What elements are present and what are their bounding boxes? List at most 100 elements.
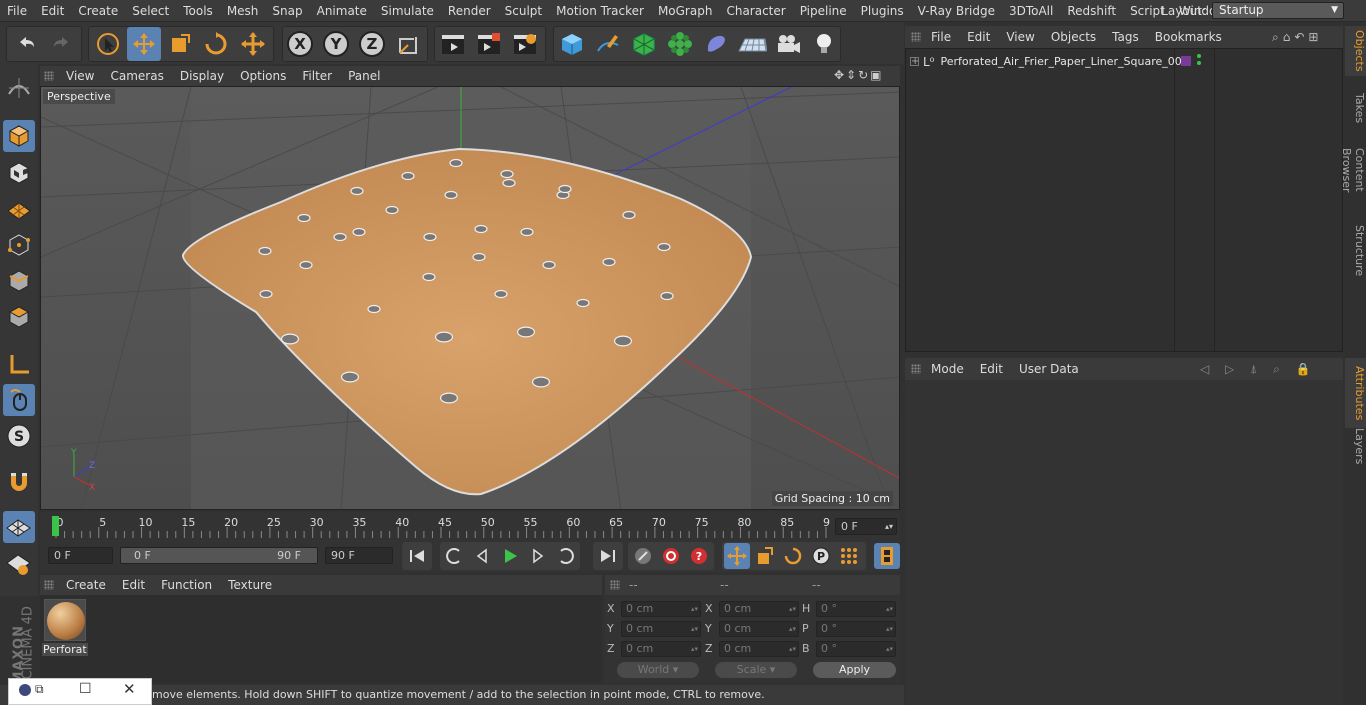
transform-tool-button[interactable] — [236, 27, 270, 61]
render-view-button[interactable] — [436, 27, 470, 61]
menu-render[interactable]: Render — [441, 0, 498, 22]
attributes-grip[interactable] — [911, 364, 921, 374]
timeline-ruler[interactable]: 051015202530354045505560657075808590 — [50, 514, 830, 538]
menu-snap[interactable]: Snap — [265, 0, 309, 22]
om-menu-bookmarks[interactable]: Bookmarks — [1147, 30, 1230, 44]
rotate-tool-button[interactable] — [199, 27, 233, 61]
tweak-mode-button[interactable] — [3, 384, 35, 416]
preview-range-slider[interactable]: 0 F 90 F — [120, 547, 318, 564]
end-frame-field[interactable]: 90 F — [325, 547, 393, 564]
render-visibility-dot[interactable] — [1197, 61, 1201, 65]
material-grip[interactable] — [44, 580, 54, 590]
coordinates-grip[interactable] — [610, 580, 620, 590]
axis-mode-button[interactable] — [3, 348, 35, 380]
material-menu-function[interactable]: Function — [153, 578, 220, 592]
floor-button[interactable] — [735, 27, 769, 61]
menu-create[interactable]: Create — [71, 0, 125, 22]
menu-sculpt[interactable]: Sculpt — [498, 0, 549, 22]
key-parameter-button[interactable]: P — [808, 543, 834, 569]
editor-visibility-dot[interactable] — [1197, 54, 1201, 58]
menu-file[interactable]: File — [0, 0, 34, 22]
tab-content-browser[interactable]: Content Browser — [1340, 122, 1366, 218]
texture-mode-button[interactable] — [3, 157, 35, 189]
viewport-menu-options[interactable]: Options — [232, 69, 294, 83]
menu-edit[interactable]: Edit — [34, 0, 71, 22]
stepper-icon[interactable]: ▴▾ — [691, 642, 698, 656]
coord-field[interactable]: 0 cm ▴▾ — [621, 621, 701, 637]
stepper-icon[interactable]: ▴▾ — [886, 642, 893, 656]
timeline[interactable]: 051015202530354045505560657075808590 0 F… — [40, 512, 900, 540]
coord-field[interactable]: 0 cm ▴▾ — [621, 601, 701, 617]
next-frame-button[interactable] — [527, 546, 549, 566]
deformer-button[interactable] — [699, 27, 733, 61]
material-menu-edit[interactable]: Edit — [114, 578, 153, 592]
expand-icon[interactable]: + — [910, 57, 919, 67]
make-editable-button[interactable] — [3, 72, 35, 104]
menu-select[interactable]: Select — [125, 0, 176, 22]
attributes-nav-icons[interactable]: ◁ ▷ ⍋ ⌕ 🔒 ◎ ⊞ — [1200, 362, 1342, 391]
cloner-button[interactable] — [663, 27, 697, 61]
menu-tools[interactable]: Tools — [176, 0, 220, 22]
coordinate-system-button[interactable] — [392, 27, 426, 61]
apply-button[interactable]: Apply — [813, 662, 896, 678]
redo-button[interactable] — [45, 27, 79, 61]
stepper-icon[interactable]: ▴▾ — [691, 622, 698, 636]
viewport-grip[interactable] — [44, 71, 54, 81]
viewport-menu-filter[interactable]: Filter — [294, 69, 340, 83]
layer-color-swatch[interactable] — [1181, 56, 1191, 66]
coord-field[interactable]: 0 cm ▴▾ — [719, 601, 799, 617]
menu-redshift[interactable]: Redshift — [1060, 0, 1123, 22]
stepper-icon[interactable]: ▴▾ — [886, 622, 893, 636]
menu-v-ray-bridge[interactable]: V-Ray Bridge — [911, 0, 1002, 22]
undo-button[interactable] — [9, 27, 43, 61]
current-frame-field[interactable]: 0 F ▴▾ — [835, 518, 897, 535]
edges-mode-button[interactable] — [3, 265, 35, 297]
tab-layers[interactable]: Layers — [1345, 424, 1366, 468]
start-frame-field[interactable]: 0 F — [48, 547, 113, 564]
quantize-button[interactable] — [3, 548, 35, 580]
stepper-icon[interactable]: ▴▾ — [691, 602, 698, 616]
key-scale-button[interactable] — [752, 543, 778, 569]
menu-character[interactable]: Character — [719, 0, 792, 22]
stepper-icon[interactable]: ▴▾ — [789, 642, 796, 656]
menu-pipeline[interactable]: Pipeline — [793, 0, 854, 22]
material-swatch[interactable]: Perforat — [42, 597, 88, 657]
stepper-icon[interactable]: ▴▾ — [789, 622, 796, 636]
material-menu-create[interactable]: Create — [58, 578, 114, 592]
live-selection-button[interactable] — [91, 27, 125, 61]
model-mode-button[interactable] — [3, 120, 35, 152]
coord-field[interactable]: 0 cm ▴▾ — [621, 641, 701, 657]
viewport-menu-display[interactable]: Display — [172, 69, 232, 83]
workplane-lock-button[interactable] — [3, 511, 35, 543]
tab-attributes[interactable]: Attributes — [1345, 358, 1366, 428]
goto-end-button[interactable] — [593, 542, 623, 570]
om-menu-view[interactable]: View — [998, 30, 1042, 44]
object-manager-grip[interactable] — [911, 32, 921, 42]
stepper-icon[interactable]: ▴▾ — [789, 602, 796, 616]
close-icon[interactable]: ✕ — [123, 680, 136, 698]
object-manager[interactable]: + L⁰ Perforated_Air_Frier_Paper_Liner_Sq… — [905, 48, 1343, 352]
pen-spline-button[interactable] — [591, 27, 625, 61]
scale-tool-button[interactable] — [163, 27, 197, 61]
menu-3dtoall[interactable]: 3DToAll — [1002, 0, 1060, 22]
keyframe-selection-button[interactable]: ? — [687, 545, 711, 567]
object-name[interactable]: Perforated_Air_Frier_Paper_Liner_Square_… — [941, 55, 1189, 68]
coord-field[interactable]: 0 ° ▴▾ — [816, 601, 896, 617]
material-menu-texture[interactable]: Texture — [220, 578, 280, 592]
coord-field[interactable]: 0 cm ▴▾ — [719, 641, 799, 657]
coord-field[interactable]: 0 cm ▴▾ — [719, 621, 799, 637]
render-settings-button[interactable] — [508, 27, 542, 61]
coord-field[interactable]: 0 ° ▴▾ — [816, 621, 896, 637]
timeline-button[interactable] — [874, 543, 900, 569]
coordinate-mode-dropdown[interactable]: Scale ▾ — [715, 662, 797, 678]
solo-button[interactable]: S — [3, 420, 35, 452]
viewport-label[interactable]: Perspective — [43, 89, 115, 104]
goto-start-button[interactable] — [402, 542, 432, 570]
menu-plugins[interactable]: Plugins — [854, 0, 911, 22]
snap-button[interactable] — [3, 466, 35, 498]
menu-mograph[interactable]: MoGraph — [651, 0, 720, 22]
attr-menu-edit[interactable]: Edit — [972, 362, 1011, 376]
timeline-playhead[interactable] — [52, 516, 59, 536]
viewport-menu-panel[interactable]: Panel — [340, 69, 388, 83]
motion-record-button[interactable] — [631, 545, 655, 567]
